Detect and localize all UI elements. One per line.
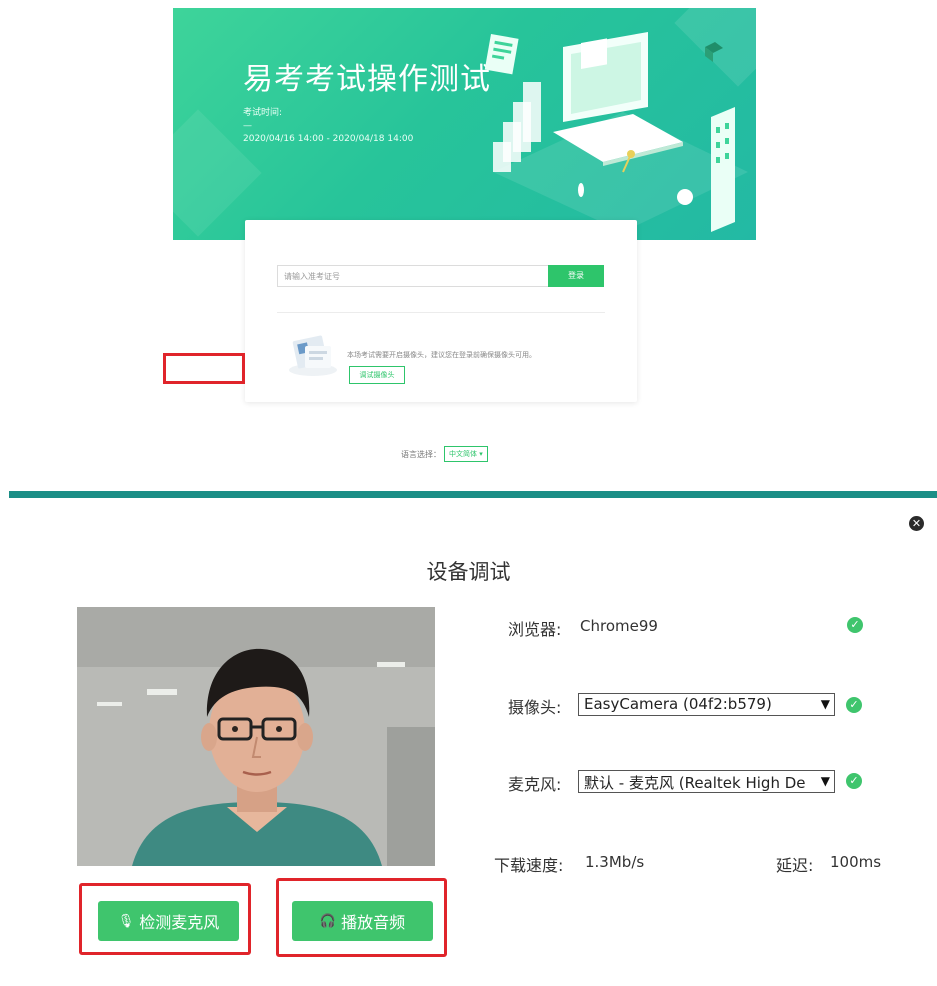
camera-select-value: EasyCamera (04f2:b579) <box>584 695 772 713</box>
test-microphone-label: 检测麦克风 <box>139 913 220 932</box>
language-value: 中文简体 <box>449 450 477 458</box>
download-speed-label: 下载速度: <box>494 856 564 875</box>
microphone-check-icon: ✓ <box>846 773 862 789</box>
isometric-laptop-illustration <box>484 32 748 232</box>
download-speed-value: 1.3Mb/s <box>585 853 645 871</box>
camera-label: 摄像头: <box>508 698 562 717</box>
latency-value: 100ms <box>830 853 882 871</box>
microphone-label: 麦克风: <box>508 775 562 794</box>
highlight-test-camera <box>163 353 245 384</box>
exam-time-dash: — <box>243 121 252 131</box>
microphone-select[interactable]: 默认 - 麦克风 (Realtek High De ▼ <box>578 770 835 793</box>
separator-bar <box>9 491 937 498</box>
language-label: 语言选择： <box>401 449 441 459</box>
play-audio-button[interactable]: 🎧 播放音频 <box>292 901 433 941</box>
browser-value: Chrome99 <box>580 617 658 635</box>
chevron-down-icon: ▾ <box>479 450 483 458</box>
test-camera-button[interactable]: 调试摄像头 <box>349 366 405 384</box>
browser-check-icon: ✓ <box>847 617 863 633</box>
camera-preview <box>77 607 435 866</box>
play-audio-label: 播放音频 <box>341 913 406 932</box>
language-selector-row: 语言选择： 中文简体 ▾ <box>401 446 488 462</box>
login-button[interactable]: 登录 <box>548 265 604 287</box>
microphone-select-value: 默认 - 麦克风 (Realtek High De <box>584 774 806 792</box>
login-card: 请输入准考证号 登录 本场考试需要开启摄像头，建议您在登录前确保摄像头可用。 调… <box>245 220 637 402</box>
dialog-title: 设备调试 <box>426 560 511 584</box>
exam-title: 易考考试操作测试 <box>243 62 491 97</box>
microphone-icon: 🎙 <box>117 913 135 929</box>
browser-label: 浏览器: <box>508 620 562 639</box>
latency-label: 延迟: <box>776 856 814 875</box>
chevron-down-icon: ▼ <box>820 697 830 711</box>
test-microphone-button[interactable]: 🎙 检测麦克风 <box>98 901 239 941</box>
divider <box>277 312 605 313</box>
exam-time-range: 2020/04/16 14:00 - 2020/04/18 14:00 <box>243 134 414 144</box>
chevron-down-icon: ▼ <box>820 774 830 788</box>
exam-id-input[interactable]: 请输入准考证号 <box>277 265 549 287</box>
hero-banner: 易考考试操作测试 考试时间: — 2020/04/16 14:00 - 2020… <box>173 8 756 240</box>
exam-time-label: 考试时间: <box>243 108 283 118</box>
camera-check-icon: ✓ <box>846 697 862 713</box>
language-select[interactable]: 中文简体 ▾ <box>444 446 488 462</box>
headphones-icon: 🎧 <box>319 913 337 929</box>
camera-illustration-icon <box>289 335 337 376</box>
exam-login-screenshot: 易考考试操作测试 考试时间: — 2020/04/16 14:00 - 2020… <box>173 8 756 490</box>
camera-requirement-note: 本场考试需要开启摄像头，建议您在登录前确保摄像头可用。 <box>347 351 536 359</box>
close-icon[interactable]: ✕ <box>909 516 924 531</box>
camera-select[interactable]: EasyCamera (04f2:b579) ▼ <box>578 693 835 716</box>
